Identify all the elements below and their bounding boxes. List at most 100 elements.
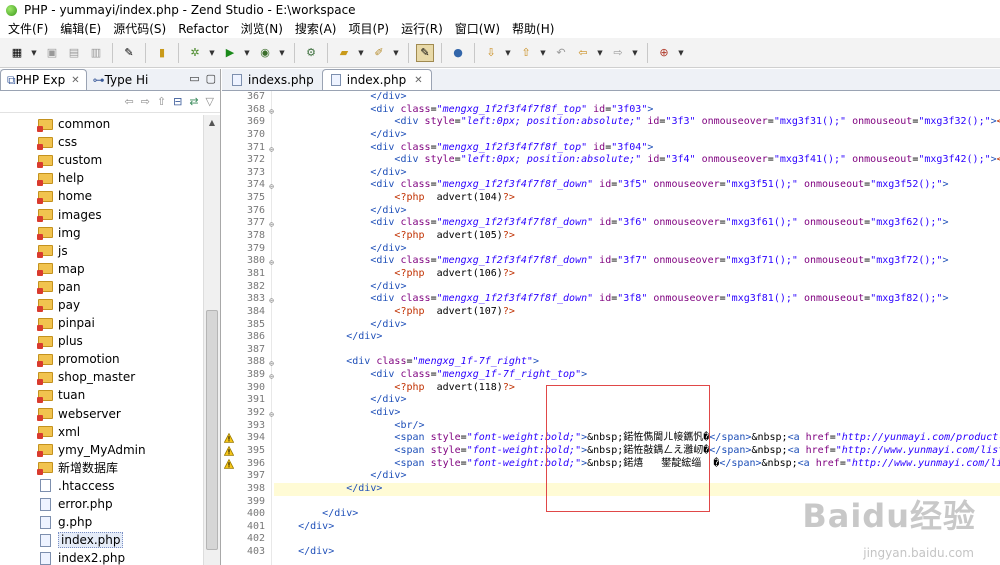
chevron-down-icon[interactable]: ▼ (278, 44, 286, 62)
tree-folder[interactable]: pan (0, 278, 203, 296)
tree-file[interactable]: g.php (0, 513, 203, 531)
code-line[interactable]: <div class="mengxg_1f2f3f4f7f8f_top" id=… (274, 142, 1000, 155)
prev-annotation-icon[interactable]: ⇧ (517, 44, 535, 62)
collapse-all-icon[interactable]: ⊟ (173, 95, 182, 108)
minimize-icon[interactable]: ▭ (189, 72, 199, 85)
tree-folder[interactable]: promotion (0, 350, 203, 368)
scroll-up-icon[interactable]: ▲ (204, 115, 220, 131)
code-line[interactable]: <div class="mengxg_1f2f3f4f7f8f_down" id… (274, 293, 1000, 306)
up-folder-icon[interactable]: ⇧ (157, 95, 166, 108)
tree-file[interactable]: .htaccess (0, 477, 203, 495)
tree-file[interactable]: index.php (0, 531, 203, 549)
code-line[interactable]: </div> (274, 243, 1000, 256)
tree-folder[interactable]: images (0, 205, 203, 223)
menu-item[interactable]: 文件(F) (2, 20, 54, 38)
menu-item[interactable]: Refactor (172, 20, 234, 38)
tree-scrollbar[interactable]: ▲ (203, 115, 220, 565)
tree-file[interactable]: index2.php (0, 549, 203, 565)
code-line[interactable]: </div> (274, 129, 1000, 142)
code-line[interactable]: <div class="mengxg_1f2f3f4f7f8f_top" id=… (274, 104, 1000, 117)
tab-php-explorer[interactable]: ⧉ PHP Exp ✕ (0, 69, 87, 90)
view-menu-icon[interactable]: ▽ (206, 95, 214, 108)
chevron-down-icon[interactable]: ▼ (30, 44, 38, 62)
code-line[interactable]: </div> (274, 167, 1000, 180)
menu-item[interactable]: 搜索(A) (289, 20, 343, 38)
tree-folder[interactable]: help (0, 169, 203, 187)
menu-item[interactable]: 帮助(H) (506, 20, 560, 38)
forward-icon[interactable]: ⇨ (609, 44, 627, 62)
menu-item[interactable]: 窗口(W) (449, 20, 506, 38)
code-line[interactable]: <?php advert(105)?> (274, 230, 1000, 243)
tree-folder[interactable]: js (0, 242, 203, 260)
close-icon[interactable]: ✕ (414, 75, 422, 86)
code-line[interactable]: <div class="mengxg_1f-7f_right"> (274, 356, 1000, 369)
menu-item[interactable]: 项目(P) (342, 20, 395, 38)
debug-icon[interactable]: ✲ (186, 44, 204, 62)
code-line[interactable]: </div> (274, 319, 1000, 332)
link-editor-icon[interactable]: ⇄ (189, 95, 198, 108)
code-line[interactable]: <?php advert(107)?> (274, 306, 1000, 319)
last-edit-icon[interactable]: ↶ (552, 44, 570, 62)
server-icon[interactable]: ▮ (153, 44, 171, 62)
tree-folder[interactable]: plus (0, 332, 203, 350)
back-arrow-icon[interactable]: ⇦ (124, 95, 133, 108)
tab-type-hierarchy[interactable]: ⊶ Type Hi (87, 69, 155, 90)
tree-folder[interactable]: ymy_MyAdmin (0, 441, 203, 459)
tree-folder[interactable]: home (0, 187, 203, 205)
save-all-icon[interactable]: ▤ (65, 44, 83, 62)
tree-file[interactable]: error.php (0, 495, 203, 513)
code-line[interactable] (274, 344, 1000, 357)
menu-item[interactable]: 编辑(E) (54, 20, 107, 38)
wand-icon[interactable]: ✐ (370, 44, 388, 62)
menu-item[interactable]: 运行(R) (395, 20, 449, 38)
print-icon[interactable]: ▥ (87, 44, 105, 62)
maximize-icon[interactable]: ▢ (206, 72, 216, 85)
chevron-down-icon[interactable]: ▼ (504, 44, 512, 62)
tree-folder[interactable]: custom (0, 151, 203, 169)
forward-arrow-icon[interactable]: ⇨ (141, 95, 150, 108)
chevron-down-icon[interactable]: ▼ (596, 44, 604, 62)
scrollbar-thumb[interactable] (206, 310, 218, 550)
tree-folder[interactable]: map (0, 260, 203, 278)
code-line[interactable]: </div> (274, 331, 1000, 344)
code-line[interactable]: <div class="mengxg_1f2f3f4f7f8f_down" id… (274, 179, 1000, 192)
tree-folder[interactable]: css (0, 133, 203, 151)
chevron-down-icon[interactable]: ▼ (243, 44, 251, 62)
code-line[interactable]: <?php advert(104)?> (274, 192, 1000, 205)
run-icon[interactable]: ▶ (221, 44, 239, 62)
tree-folder[interactable]: pinpai (0, 314, 203, 332)
profile-icon[interactable]: ◉ (256, 44, 274, 62)
code-line[interactable]: <?php advert(106)?> (274, 268, 1000, 281)
code-line[interactable]: </div> (274, 91, 1000, 104)
close-icon[interactable]: ✕ (71, 75, 79, 86)
code-line[interactable]: <div style="left:0px; position:absolute;… (274, 116, 1000, 129)
settings-icon[interactable]: ⚙ (302, 44, 320, 62)
chevron-down-icon[interactable]: ▼ (677, 44, 685, 62)
menu-item[interactable]: 源代码(S) (107, 20, 172, 38)
highlight-toggle-icon[interactable]: ✎ (416, 43, 434, 62)
open-folder-icon[interactable]: ▰ (335, 44, 353, 62)
perspective-icon[interactable]: ⊕ (655, 44, 673, 62)
tree-folder[interactable]: xml (0, 423, 203, 441)
menu-item[interactable]: 浏览(N) (235, 20, 289, 38)
tree-folder[interactable]: common (0, 115, 203, 133)
tree-folder[interactable]: webserver (0, 405, 203, 423)
tree-folder[interactable]: pay (0, 296, 203, 314)
chevron-down-icon[interactable]: ▼ (357, 44, 365, 62)
tree-folder[interactable]: shop_master (0, 368, 203, 386)
code-line[interactable]: <div class="mengxg_1f2f3f4f7f8f_down" id… (274, 217, 1000, 230)
tree-folder[interactable]: tuan (0, 386, 203, 404)
back-icon[interactable]: ⇦ (574, 44, 592, 62)
edit-icon[interactable]: ✎ (120, 44, 138, 62)
tree-folder[interactable]: 新增数据库 (0, 459, 203, 477)
code-line[interactable]: </div> (274, 281, 1000, 294)
code-line[interactable]: </div> (274, 205, 1000, 218)
tree-folder[interactable]: img (0, 224, 203, 242)
globe-icon[interactable]: ● (449, 44, 467, 62)
chevron-down-icon[interactable]: ▼ (539, 44, 547, 62)
editor-tab[interactable]: indexs.php (224, 69, 322, 90)
chevron-down-icon[interactable]: ▼ (392, 44, 400, 62)
chevron-down-icon[interactable]: ▼ (208, 44, 216, 62)
code-line[interactable]: <div class="mengxg_1f-7f_right_top"> (274, 369, 1000, 382)
code-line[interactable]: <div class="mengxg_1f2f3f4f7f8f_down" id… (274, 255, 1000, 268)
